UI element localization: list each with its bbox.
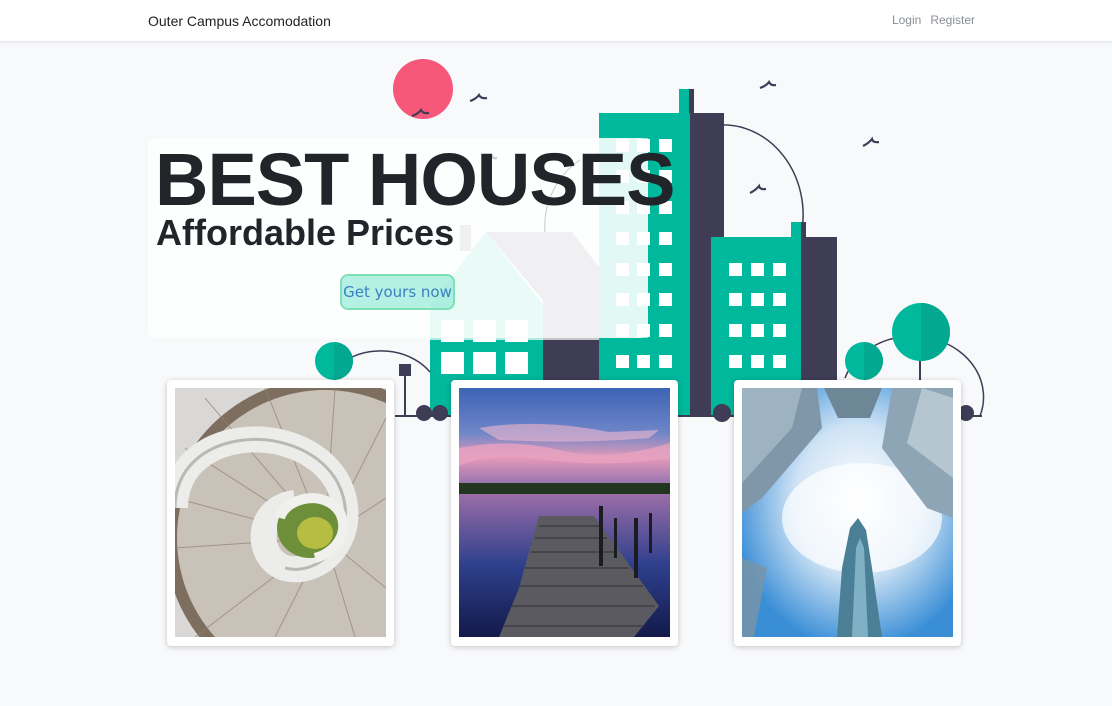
left-arc <box>349 350 431 373</box>
card-lake-dock[interactable] <box>451 380 678 646</box>
tower-antenna <box>679 89 689 117</box>
card-spiral-staircase[interactable] <box>167 380 394 646</box>
lake-dock-sunset-photo <box>459 388 670 637</box>
sun-shape <box>393 59 453 119</box>
spiral-staircase-photo <box>175 388 386 637</box>
arc-line <box>719 124 804 231</box>
card-skyscrapers[interactable] <box>734 380 961 646</box>
tower-antenna-dark <box>689 89 694 117</box>
lamp-head <box>399 364 411 376</box>
right-building-top <box>791 222 801 240</box>
right-building-top-dark <box>801 222 806 240</box>
skyscrapers-sky-photo <box>742 388 953 637</box>
get-yours-now-button[interactable]: Get yours now <box>340 274 455 310</box>
hero-title: BEST HOUSES <box>155 138 675 221</box>
hero-subtitle: Affordable Prices <box>156 212 455 253</box>
